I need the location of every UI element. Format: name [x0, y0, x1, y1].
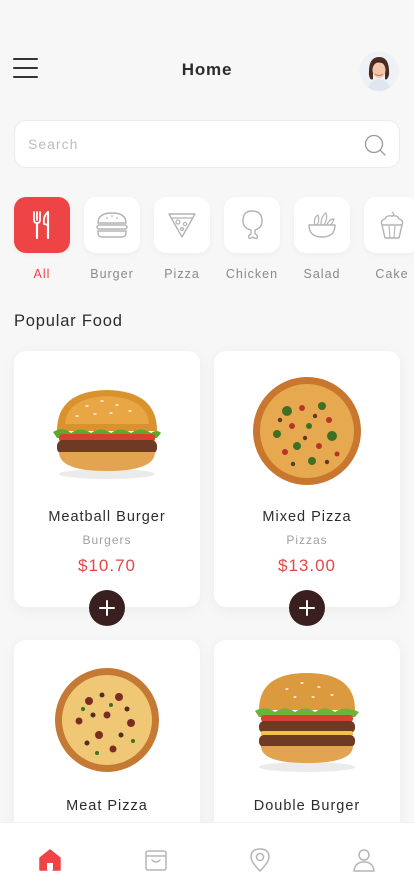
- page-title: Home: [181, 60, 233, 79]
- category-burger[interactable]: Burger: [84, 197, 140, 281]
- plus-icon: [299, 600, 315, 616]
- category-cake[interactable]: Cake: [364, 197, 414, 281]
- utensils-icon: [33, 210, 50, 240]
- chicken-leg-icon: [242, 210, 263, 240]
- home-screen: Home Search All Burger Pizza Chicken Sal…: [0, 0, 414, 896]
- pizza-image: [253, 377, 361, 485]
- home-icon[interactable]: [37, 847, 63, 873]
- burger-image: [53, 390, 161, 479]
- cupcake-icon: [380, 211, 404, 239]
- section-title: Popular Food: [14, 312, 123, 330]
- salad-bowl-icon: [308, 212, 336, 238]
- category-all[interactable]: All: [14, 197, 70, 281]
- burger-image: [255, 673, 359, 772]
- archive-icon[interactable]: [143, 847, 169, 873]
- search-icon[interactable]: [363, 133, 387, 157]
- profile-icon[interactable]: [351, 847, 377, 873]
- location-pin-icon[interactable]: [247, 847, 273, 873]
- food-name: Mixed Pizza: [262, 509, 352, 525]
- food-category: Burgers: [82, 533, 132, 547]
- avatar[interactable]: [359, 51, 399, 91]
- food-price: $10.70: [78, 556, 136, 575]
- category-label: Pizza: [164, 267, 200, 281]
- header: Home: [0, 48, 414, 92]
- category-label: Salad: [303, 267, 341, 281]
- category-list: All Burger Pizza Chicken Salad Cake: [14, 197, 414, 287]
- category-pizza[interactable]: Pizza: [154, 197, 210, 281]
- pizza-slice-icon: [168, 213, 196, 238]
- food-name: Meat Pizza: [66, 798, 148, 814]
- pizza-image: [55, 668, 159, 772]
- food-card[interactable]: Meatball Burger Burgers $10.70: [14, 351, 200, 607]
- category-chicken[interactable]: Chicken: [224, 197, 280, 281]
- category-label: Burger: [90, 267, 134, 281]
- bottom-nav: [0, 822, 414, 896]
- category-label: Cake: [375, 267, 409, 281]
- food-name: Double Burger: [253, 798, 361, 814]
- category-label: Chicken: [225, 267, 279, 281]
- food-card[interactable]: Mixed Pizza Pizzas $13.00: [214, 351, 400, 607]
- search-bar: [14, 120, 400, 168]
- burger-icon: [96, 212, 128, 238]
- search-input[interactable]: [28, 121, 348, 167]
- category-label: All: [33, 267, 51, 281]
- add-to-cart-button[interactable]: [289, 590, 325, 626]
- category-salad[interactable]: Salad: [294, 197, 350, 281]
- food-category: Pizzas: [286, 533, 328, 547]
- add-to-cart-button[interactable]: [89, 590, 125, 626]
- food-name: Meatball Burger: [48, 509, 166, 525]
- food-price: $13.00: [278, 556, 336, 575]
- plus-icon: [99, 600, 115, 616]
